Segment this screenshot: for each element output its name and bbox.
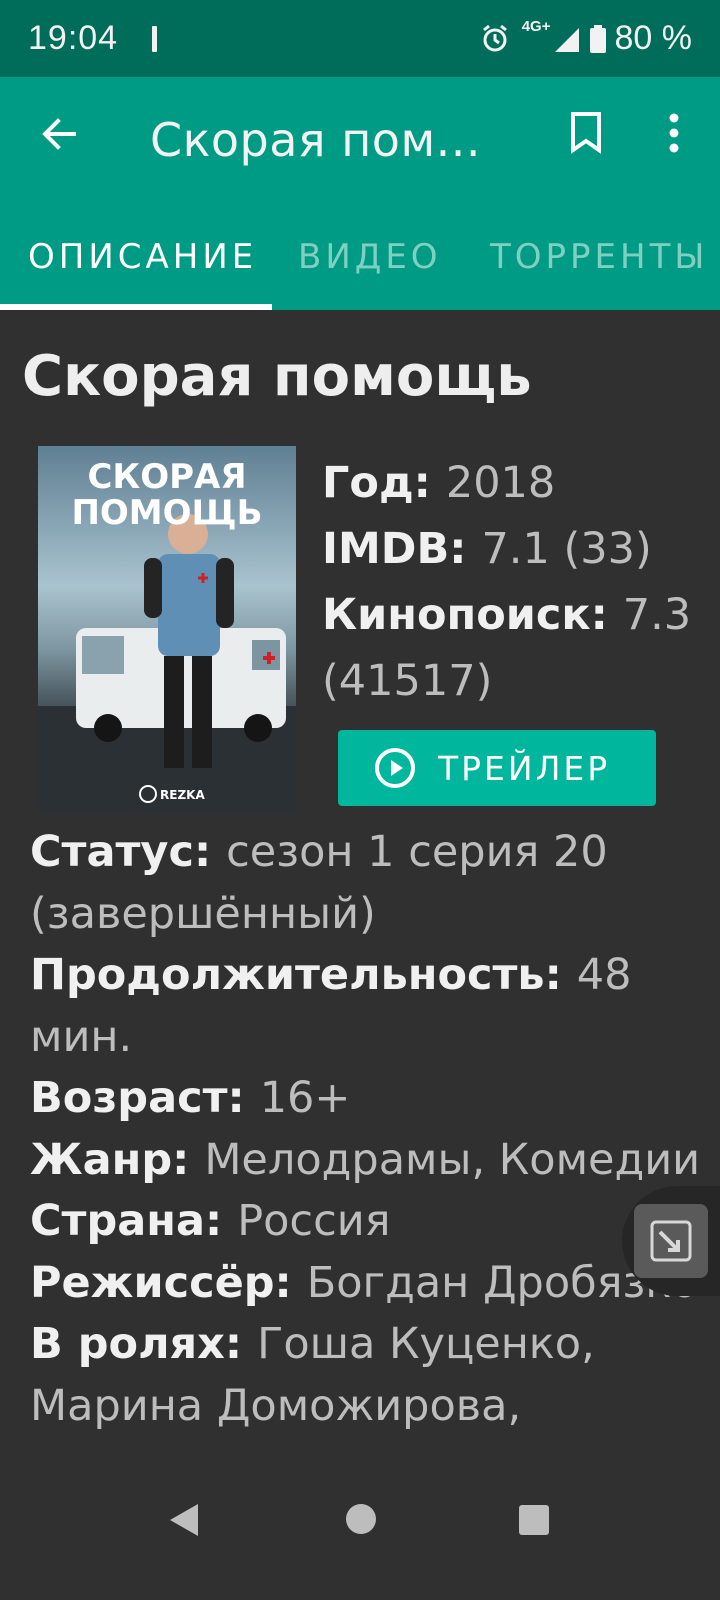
genre-row: Жанр: Мелодрамы, Комедии — [30, 1134, 701, 1185]
country-value: Россия — [237, 1196, 391, 1246]
notification-indicator-icon — [152, 25, 158, 52]
more-options-button[interactable] — [656, 110, 692, 156]
kinopoisk-label: Кинопоиск — [322, 590, 591, 640]
float-inner — [634, 1204, 708, 1278]
tab-bar: ОПИСАНИЕ ВИДЕО ТОРРЕНТЫ — [0, 205, 720, 310]
app-bar-title: Скорая пом... — [150, 113, 482, 167]
imdb-label: IMDB — [322, 524, 450, 574]
cast-label: В ролях — [30, 1319, 225, 1369]
arrow-back-icon — [42, 118, 76, 150]
year-row: Год: 2018 — [322, 458, 556, 508]
trailer-button[interactable]: ТРЕЙЛЕР — [338, 730, 656, 806]
year-label: Год — [322, 458, 414, 508]
imdb-value: 7.1 (33) — [481, 524, 652, 574]
poster-watermark: REZKA — [160, 788, 205, 802]
tab-video[interactable]: ВИДЕО — [298, 237, 442, 277]
screenshot-tool-icon — [650, 1220, 692, 1262]
nav-back-icon[interactable] — [168, 1502, 200, 1538]
system-nav-bar — [0, 1470, 720, 1600]
details-list: Статус: сезон 1 серия 20 (завершённый) П… — [30, 822, 710, 1437]
bookmark-icon — [571, 112, 601, 154]
kinopoisk-row: Кинопоиск: 7.3 (41517) — [322, 590, 692, 706]
age-value: 16+ — [259, 1073, 351, 1123]
duration-row: Продолжительность: 48 мин. — [30, 950, 632, 1062]
battery-percent: 80 % — [614, 19, 693, 57]
back-button[interactable] — [36, 111, 82, 157]
battery-icon — [589, 24, 606, 53]
network-type: 4G+ — [521, 18, 551, 35]
app-bar: Скорая пом... — [0, 77, 720, 205]
country-label: Страна — [30, 1196, 206, 1246]
rating-facts: Год: 2018 IMDB: 7.1 (33) Кинопоиск: 7.3 … — [322, 450, 702, 714]
signal-icon — [554, 27, 579, 52]
play-circle-icon — [375, 748, 415, 788]
imdb-row: IMDB: 7.1 (33) — [322, 524, 652, 574]
year-value: 2018 — [445, 458, 556, 508]
tab-description[interactable]: ОПИСАНИЕ — [28, 237, 257, 277]
tab-torrents[interactable]: ТОРРЕНТЫ — [490, 237, 708, 277]
nav-home-icon[interactable] — [346, 1504, 376, 1534]
bookmark-button[interactable] — [566, 110, 606, 156]
genre-value: Мелодрамы, Комедии — [204, 1134, 701, 1185]
director-label: Режиссёр — [30, 1257, 275, 1308]
poster-title-line1: СКОРАЯ — [87, 457, 246, 497]
description-content[interactable]: Скорая помощь СКОРАЯ ПОМОЩЬ REZKA Год: 2… — [0, 310, 720, 1460]
country-row: Страна: Россия — [30, 1196, 391, 1246]
poster-image[interactable]: СКОРАЯ ПОМОЩЬ REZKA — [38, 446, 296, 814]
more-vert-icon — [669, 113, 679, 153]
status-label: Статус — [30, 827, 194, 877]
director-row: Режиссёр: Богдан Дробязко — [30, 1257, 698, 1308]
age-row: Возраст: 16+ — [30, 1073, 351, 1123]
nav-recents-icon[interactable] — [519, 1505, 549, 1535]
poster-artwork: СКОРАЯ ПОМОЩЬ REZKA — [38, 457, 296, 814]
age-label: Возраст — [30, 1073, 228, 1123]
poster-title-line2: ПОМОЩЬ — [71, 493, 262, 533]
show-title: Скорая помощь — [22, 344, 532, 409]
alarm-icon — [482, 24, 507, 51]
genre-label: Жанр — [30, 1134, 173, 1185]
status-row: Статус: сезон 1 серия 20 (завершённый) — [30, 827, 608, 939]
cast-row: В ролях: Гоша Куценко, Марина Доможирова… — [30, 1319, 595, 1431]
status-bar: 19:04 4G+ 80 % — [0, 0, 720, 77]
status-icons: 4G+ 80 % — [480, 18, 693, 58]
duration-label: Продолжительность — [30, 950, 545, 1000]
trailer-button-label: ТРЕЙЛЕР — [438, 748, 611, 788]
status-time: 19:04 — [28, 19, 119, 57]
